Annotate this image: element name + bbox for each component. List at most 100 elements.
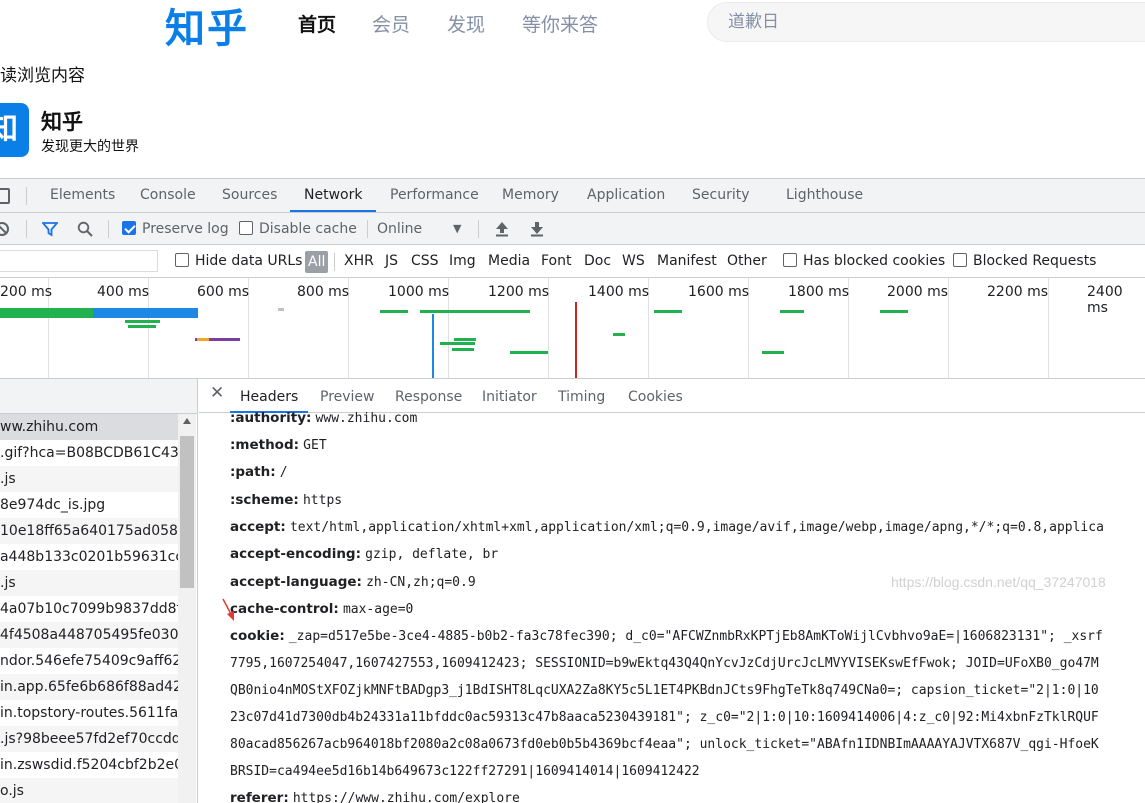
header-row: accept-language: zh-CN,zh;q=0.9 [230,574,476,590]
timeline-bar [380,310,408,313]
header-row: :authority: www.zhihu.com [230,410,418,426]
header-row-cookie: cookie: _zap=d517e5be-3ce4-4885-b0b2-fa3… [230,628,1103,644]
header-row: referer: https://www.zhihu.com/explore [230,790,520,803]
request-row[interactable]: .js?98beee57fd2ef70ccdd5 [0,726,178,752]
network-overview-timeline[interactable]: 200 ms 400 ms 600 ms 800 ms 1000 ms 1200… [0,278,1145,379]
timeline-tick: 200 ms [0,284,53,300]
device-toolbar-icon[interactable] [0,188,10,204]
filter-type-manifest[interactable]: Manifest [657,245,717,278]
timeline-bar [197,338,209,341]
hide-data-urls-checkbox[interactable]: Hide data URLs [175,245,302,278]
request-row[interactable]: 4a07b10c7099b9837dd8fb [0,596,178,622]
header-row: accept-encoding: gzip, deflate, br [230,546,499,562]
load-event-marker [575,302,577,378]
nav-discover[interactable]: 发现 [447,10,485,37]
checkbox-unchecked-icon [239,221,253,235]
filter-type-ws[interactable]: WS [622,245,645,278]
request-row[interactable]: 10e18ff65a640175ad058b4 [0,518,178,544]
filter-type-xhr[interactable]: XHR [344,245,374,278]
timeline-tick: 2000 ms [887,284,949,300]
header-row-continued: 7795,1607254047,1607427553,1609412423; S… [230,656,1099,671]
request-row[interactable]: in.topstory-routes.5611fa8. [0,700,178,726]
tab-console[interactable]: Console [140,179,196,212]
filter-type-doc[interactable]: Doc [584,245,611,278]
timeline-bar [762,351,784,354]
nav-vip[interactable]: 会员 [372,10,410,37]
filter-type-img[interactable]: Img [449,245,476,278]
filter-icon[interactable] [42,221,58,237]
header-row-continued: QB0nio4nMOStXFOZjkMNFtBADgp3_j1BdISHT8Lq… [230,683,1099,698]
close-icon[interactable]: ✕ [210,383,224,403]
has-blocked-cookies-checkbox[interactable]: Has blocked cookies [783,245,945,278]
tab-network[interactable]: Network [290,179,377,212]
timeline-tick: 2200 ms [987,284,1049,300]
request-row[interactable]: o.js [0,778,178,803]
dropdown-arrow-icon: ▼ [453,222,462,235]
clear-icon[interactable] [0,221,10,237]
filter-type-css[interactable]: CSS [411,245,439,278]
request-row[interactable]: .js [0,570,178,596]
annotation-arrow-icon [222,598,234,621]
timeline-bar [880,310,908,313]
detail-tab-cookies[interactable]: Cookies [628,379,683,413]
detail-tab-timing[interactable]: Timing [558,379,605,413]
request-row[interactable]: a448b133c0201b59631ccfa [0,544,178,570]
detail-tab-initiator[interactable]: Initiator [482,379,537,413]
request-row[interactable]: in.app.65fe6b686f88ad42c. [0,674,178,700]
timeline-bar [128,325,156,328]
scrollbar-thumb[interactable] [180,436,194,588]
header-row-continued: 23c07d41d7300db4b24331a11bfddc0ac59313c4… [230,710,1099,725]
timeline-bar [454,338,476,341]
timeline-tick: 600 ms [197,284,250,300]
request-row[interactable]: ndor.546efe75409c9aff627c [0,648,178,674]
filter-type-all[interactable]: All [305,251,329,273]
zhihu-logo[interactable]: 知乎 [165,0,249,54]
checkbox-unchecked-icon [953,253,967,267]
tab-performance[interactable]: Performance [390,179,479,212]
request-row[interactable]: 8e974dc_is.jpg [0,492,178,518]
continue-browsing-text[interactable]: 读浏览内容 [0,61,85,86]
tab-lighthouse[interactable]: Lighthouse [786,179,863,212]
filter-type-other[interactable]: Other [727,245,767,278]
nav-waiting-answer[interactable]: 等你来答 [522,10,598,37]
filter-type-font[interactable]: Font [541,245,571,278]
tab-memory[interactable]: Memory [502,179,559,212]
header-row: cache-control: max-age=0 [230,601,414,617]
timeline-bar [0,308,93,318]
timeline-bar [613,333,625,336]
request-list-scrollbar[interactable] [178,414,196,803]
tab-sources[interactable]: Sources [222,179,277,212]
disable-cache-checkbox[interactable]: Disable cache [239,213,357,245]
request-row[interactable]: .gif?hca=B08BCDB61C438. [0,440,178,466]
tab-security[interactable]: Security [692,179,750,212]
timeline-tick: 2400 ms [1087,284,1123,316]
scroll-up-icon[interactable] [183,418,191,424]
app-name: 知乎 [41,110,83,134]
tab-application[interactable]: Application [587,179,665,212]
header-row: :method: GET [230,437,327,453]
timeline-bar [654,310,682,313]
throttling-select[interactable]: Online ▼ [377,213,467,245]
filter-type-media[interactable]: Media [488,245,530,278]
search-input[interactable]: 道歉日 [707,2,1145,42]
blocked-requests-checkbox[interactable]: Blocked Requests [953,245,1096,278]
filter-input[interactable] [0,250,158,272]
timeline-tick: 800 ms [297,284,350,300]
request-row[interactable]: ww.zhihu.com [0,414,178,440]
nav-home[interactable]: 首页 [298,10,336,37]
filter-type-js[interactable]: JS [385,245,398,278]
import-har-icon[interactable] [494,221,510,237]
search-icon[interactable] [77,221,93,237]
request-row[interactable]: .js [0,466,178,492]
request-list: ww.zhihu.com .gif?hca=B08BCDB61C438. .js… [0,379,198,803]
request-row[interactable]: 4f4508a448705495fe03026 [0,622,178,648]
checkbox-unchecked-icon [175,253,189,267]
request-row[interactable]: in.zswsdid.f5204cbf2b2e0c [0,752,178,778]
preserve-log-checkbox[interactable]: Preserve log [122,213,229,245]
timeline-tick: 1400 ms [588,284,650,300]
request-list-header [0,379,197,414]
tab-elements[interactable]: Elements [50,179,115,212]
devtools-tabbar: Elements Console Sources Network Perform… [0,179,1145,213]
export-har-icon[interactable] [529,221,545,237]
network-toolbar: Preserve log Disable cache Online ▼ [0,213,1145,245]
